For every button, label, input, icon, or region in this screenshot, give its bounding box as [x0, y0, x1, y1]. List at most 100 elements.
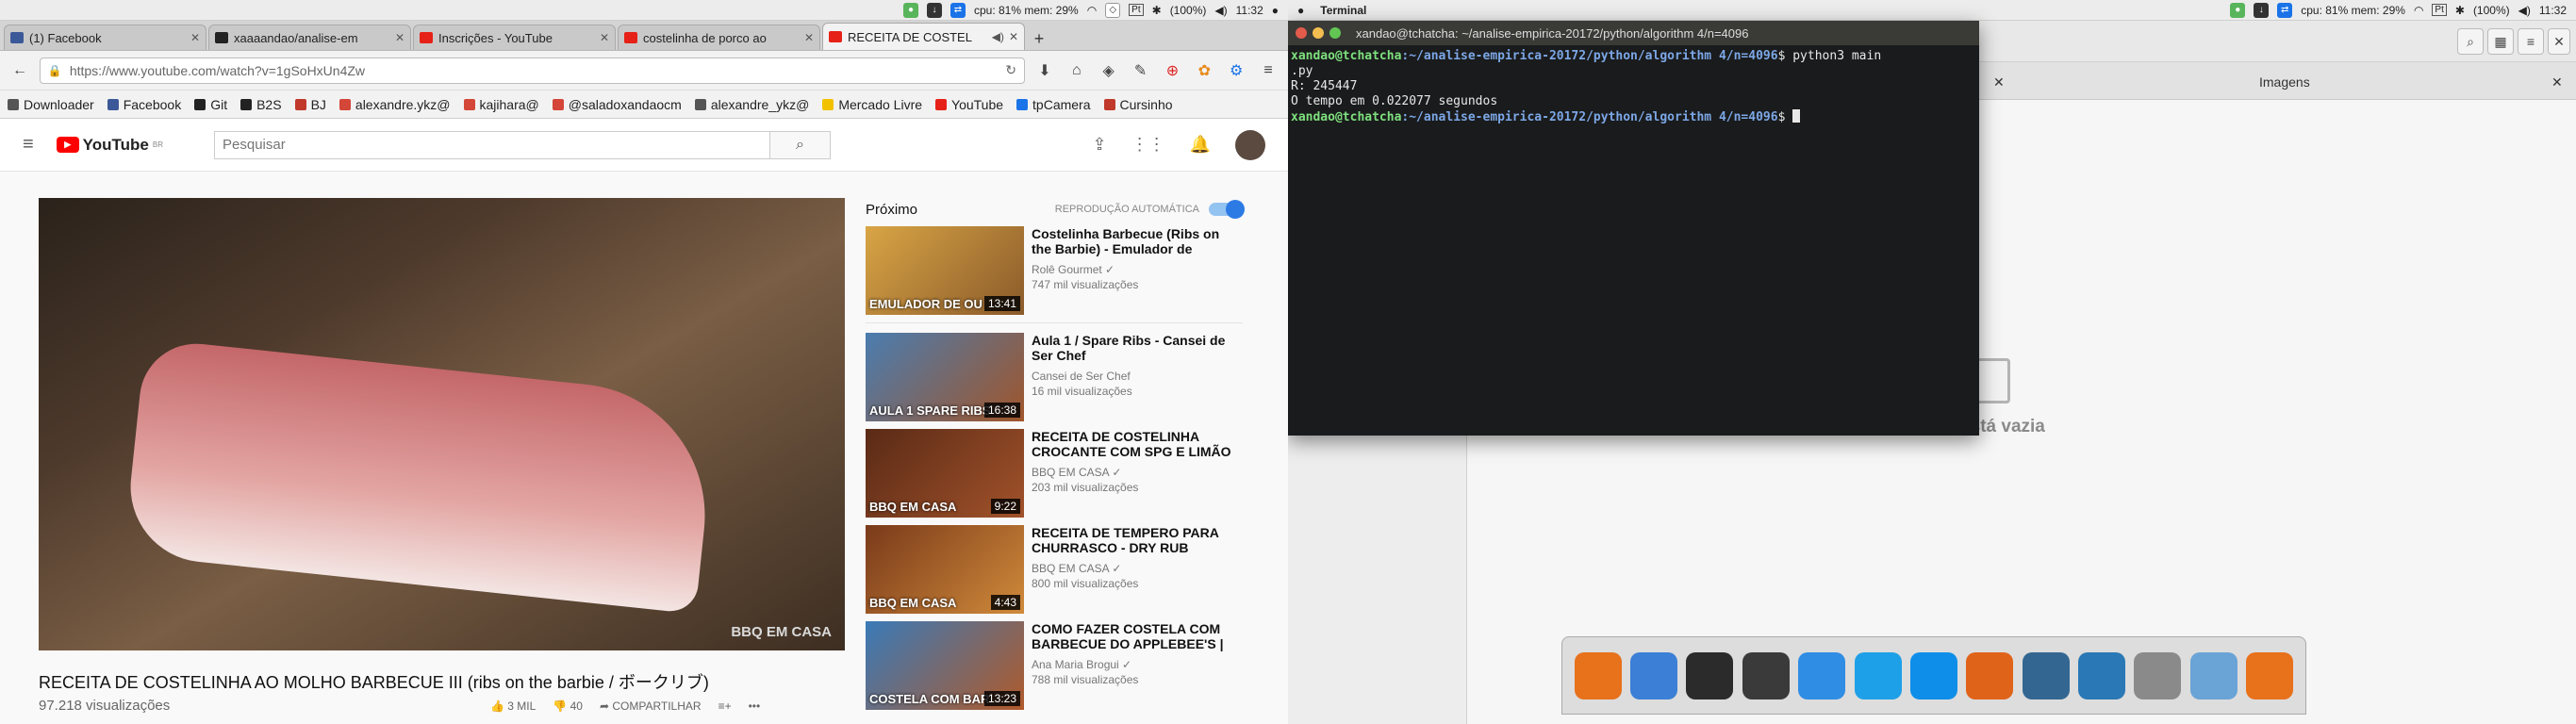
skype-icon[interactable] — [1854, 651, 1902, 699]
tab-close-icon[interactable]: ✕ — [1009, 30, 1018, 43]
bookmark-item[interactable]: Cursinho — [1103, 97, 1173, 112]
tab-close-icon[interactable]: ✕ — [2551, 68, 2563, 96]
status-icon[interactable]: ● — [902, 2, 918, 18]
video-thumbnail[interactable]: BBQ EM CASA 9:22 — [866, 429, 1024, 518]
video-title[interactable]: RECEITA DE TEMPERO PARA CHURRASCO - DRY … — [1032, 525, 1243, 555]
related-video-item[interactable]: BBQ EM CASA 9:22 RECEITA DE COSTELINHA CRO… — [866, 429, 1243, 518]
teamviewer-tray-icon[interactable]: ⇄ — [2277, 2, 2293, 18]
tab-close-icon[interactable]: ✕ — [804, 31, 814, 44]
menu-icon[interactable]: ≡ — [1256, 58, 1280, 83]
search-input[interactable] — [214, 130, 770, 159]
search-icon[interactable]: ⌕ — [2457, 28, 2484, 55]
add-to-playlist-icon[interactable]: ≡+ — [718, 699, 732, 713]
view-list-icon[interactable]: ≡ — [2518, 28, 2544, 55]
minimize-window-button[interactable] — [1313, 27, 1324, 39]
notifications-bell-icon[interactable]: 🔔 — [1190, 135, 1211, 155]
tab-imagens[interactable]: Imagens — [2259, 68, 2310, 96]
wifi-icon[interactable]: ◠ — [2414, 4, 2423, 17]
status-icon[interactable]: ● — [2230, 2, 2246, 18]
volume-icon[interactable]: ◀) — [1214, 4, 1227, 17]
tab-close-icon[interactable]: ✕ — [600, 31, 609, 44]
tab-facebook[interactable]: (1) Facebook ✕ — [4, 25, 206, 50]
close-window-button[interactable] — [1296, 27, 1307, 39]
apple-icon[interactable]: ● — [1272, 4, 1279, 17]
terminal-window[interactable]: xandao@tchatcha: ~/analise-empirica-2017… — [1288, 21, 1979, 436]
video-player[interactable]: BBQ EM CASA — [39, 198, 845, 650]
related-video-item[interactable]: BBQ EM CASA 4:43 RECEITA DE TEMPERO PARA C… — [866, 525, 1243, 614]
bookmark-item[interactable]: BJ — [294, 97, 326, 112]
bookmark-item[interactable]: Downloader — [8, 97, 94, 112]
firefox-icon[interactable] — [1574, 651, 1622, 699]
tab-close-icon[interactable]: ✕ — [1993, 68, 2005, 96]
extension-icon[interactable]: ✎ — [1129, 58, 1153, 83]
related-video-item[interactable]: COSTELA COM BAR 13:23 COMO FAZER COSTELA C… — [866, 621, 1243, 710]
volume-icon[interactable]: ◀) — [2518, 4, 2531, 17]
video-thumbnail[interactable]: EMULADOR DE OU 13:41 — [866, 226, 1024, 315]
bluetooth-icon[interactable]: ✱ — [1152, 4, 1162, 17]
virtualbox-icon[interactable] — [2189, 651, 2237, 699]
teamviewer-tray-icon[interactable]: ⇄ — [949, 2, 966, 18]
upload-icon[interactable]: ⇪ — [1092, 135, 1106, 155]
home-button[interactable]: ⌂ — [1065, 58, 1089, 83]
video-thumbnail[interactable]: BBQ EM CASA 4:43 — [866, 525, 1024, 614]
bookmark-item[interactable]: alexandre.ykz@ — [339, 97, 451, 112]
clock[interactable]: 11:32 — [1236, 4, 1263, 17]
extension-icon[interactable]: ⚙ — [1224, 58, 1248, 83]
bookmark-item[interactable]: tpCamera — [1016, 97, 1091, 112]
url-bar[interactable]: 🔒 https://www.youtube.com/watch?v=1gSoHx… — [39, 57, 1025, 84]
related-video-item[interactable]: AULA 1 SPARE RIBS 16:38 Aula 1 / Spare Rib… — [866, 333, 1243, 421]
tab-github[interactable]: xaaaandao/analise-em ✕ — [208, 25, 411, 50]
video-title[interactable]: Costelinha Barbecue (Ribs on the Barbie)… — [1032, 226, 1243, 256]
bluetooth-icon[interactable]: ✱ — [2455, 4, 2465, 17]
tab-youtube-subscriptions[interactable]: Inscrições - YouTube ✕ — [413, 25, 616, 50]
tab-youtube-video[interactable]: RECEITA DE COSTEL ◀) ✕ — [822, 23, 1025, 50]
bookmark-item[interactable]: Mercado Livre — [822, 97, 922, 112]
keyboard-layout-icon[interactable]: Pt — [2432, 4, 2447, 16]
extension-icon[interactable]: ✿ — [1192, 58, 1216, 83]
speaker-icon[interactable]: ◀) — [992, 30, 1004, 43]
cpu-mem-indicator[interactable]: cpu: 81% mem: 29% — [2301, 4, 2405, 17]
wifi-icon[interactable]: ◠ — [1087, 4, 1097, 17]
apple-icon[interactable]: ● — [1297, 4, 1304, 17]
video-title[interactable]: COMO FAZER COSTELA COM BARBECUE DO APPLE… — [1032, 621, 1243, 651]
battery-indicator[interactable]: (100%) — [1170, 4, 1207, 17]
autoplay-toggle[interactable] — [1209, 200, 1245, 219]
terminal-output[interactable]: xandao@tchatcha:~/analise-empirica-20172… — [1288, 45, 1979, 129]
tab-close-icon[interactable]: ✕ — [190, 31, 200, 44]
bookmark-item[interactable]: kajihara@ — [463, 97, 539, 112]
more-options-icon[interactable]: ••• — [749, 699, 761, 713]
disk-utility-icon[interactable] — [2134, 651, 2182, 699]
terminal-icon[interactable] — [1686, 651, 1734, 699]
bookmark-item[interactable]: @saladoxandaocm — [552, 97, 682, 112]
tab-youtube-search[interactable]: costelinha de porco ao ✕ — [618, 25, 820, 50]
teamviewer-icon[interactable] — [1909, 651, 1957, 699]
downloads-button[interactable]: ⬇ — [1032, 58, 1057, 83]
battery-indicator[interactable]: (100%) — [2473, 4, 2510, 17]
dropbox-icon[interactable] — [1798, 651, 1846, 699]
video-title[interactable]: RECEITA DE COSTELINHA CROCANTE COM SPG E… — [1032, 429, 1243, 459]
bookmark-item[interactable]: YouTube — [935, 97, 1003, 112]
clock[interactable]: 11:32 — [2539, 4, 2567, 17]
active-app-name[interactable]: Terminal — [1320, 4, 1366, 17]
like-button[interactable]: 👍 3 MIL — [490, 699, 536, 713]
hamburger-menu-icon[interactable]: ≡ — [23, 134, 34, 156]
download-icon[interactable]: ↓ — [2254, 2, 2270, 18]
video-thumbnail[interactable]: COSTELA COM BAR 13:23 — [866, 621, 1024, 710]
extension-icon[interactable]: ⊕ — [1160, 58, 1184, 83]
video-title[interactable]: Aula 1 / Spare Ribs - Cansei de Ser Chef — [1032, 333, 1243, 363]
keyboard-layout-icon[interactable]: Pt — [1129, 4, 1144, 16]
bookmark-item[interactable]: Git — [194, 97, 227, 112]
avatar[interactable] — [1235, 129, 1265, 160]
cpu-mem-indicator[interactable]: cpu: 81% mem: 29% — [974, 4, 1079, 17]
video-thumbnail[interactable]: AULA 1 SPARE RIBS 16:38 — [866, 333, 1024, 421]
bookmark-item[interactable]: Facebook — [107, 97, 181, 112]
bookmark-item[interactable]: alexandre_ykz@ — [694, 97, 809, 112]
new-tab-button[interactable]: + — [1027, 27, 1051, 50]
postgres-icon[interactable] — [2022, 651, 2070, 699]
reload-icon[interactable]: ↻ — [1005, 62, 1016, 78]
finder-icon[interactable] — [1630, 651, 1678, 699]
download-icon[interactable]: ↓ — [926, 2, 942, 18]
tab-close-icon[interactable]: ✕ — [395, 31, 405, 44]
mysql-workbench-icon[interactable] — [2078, 651, 2126, 699]
search-button[interactable]: ⌕ — [770, 130, 831, 159]
